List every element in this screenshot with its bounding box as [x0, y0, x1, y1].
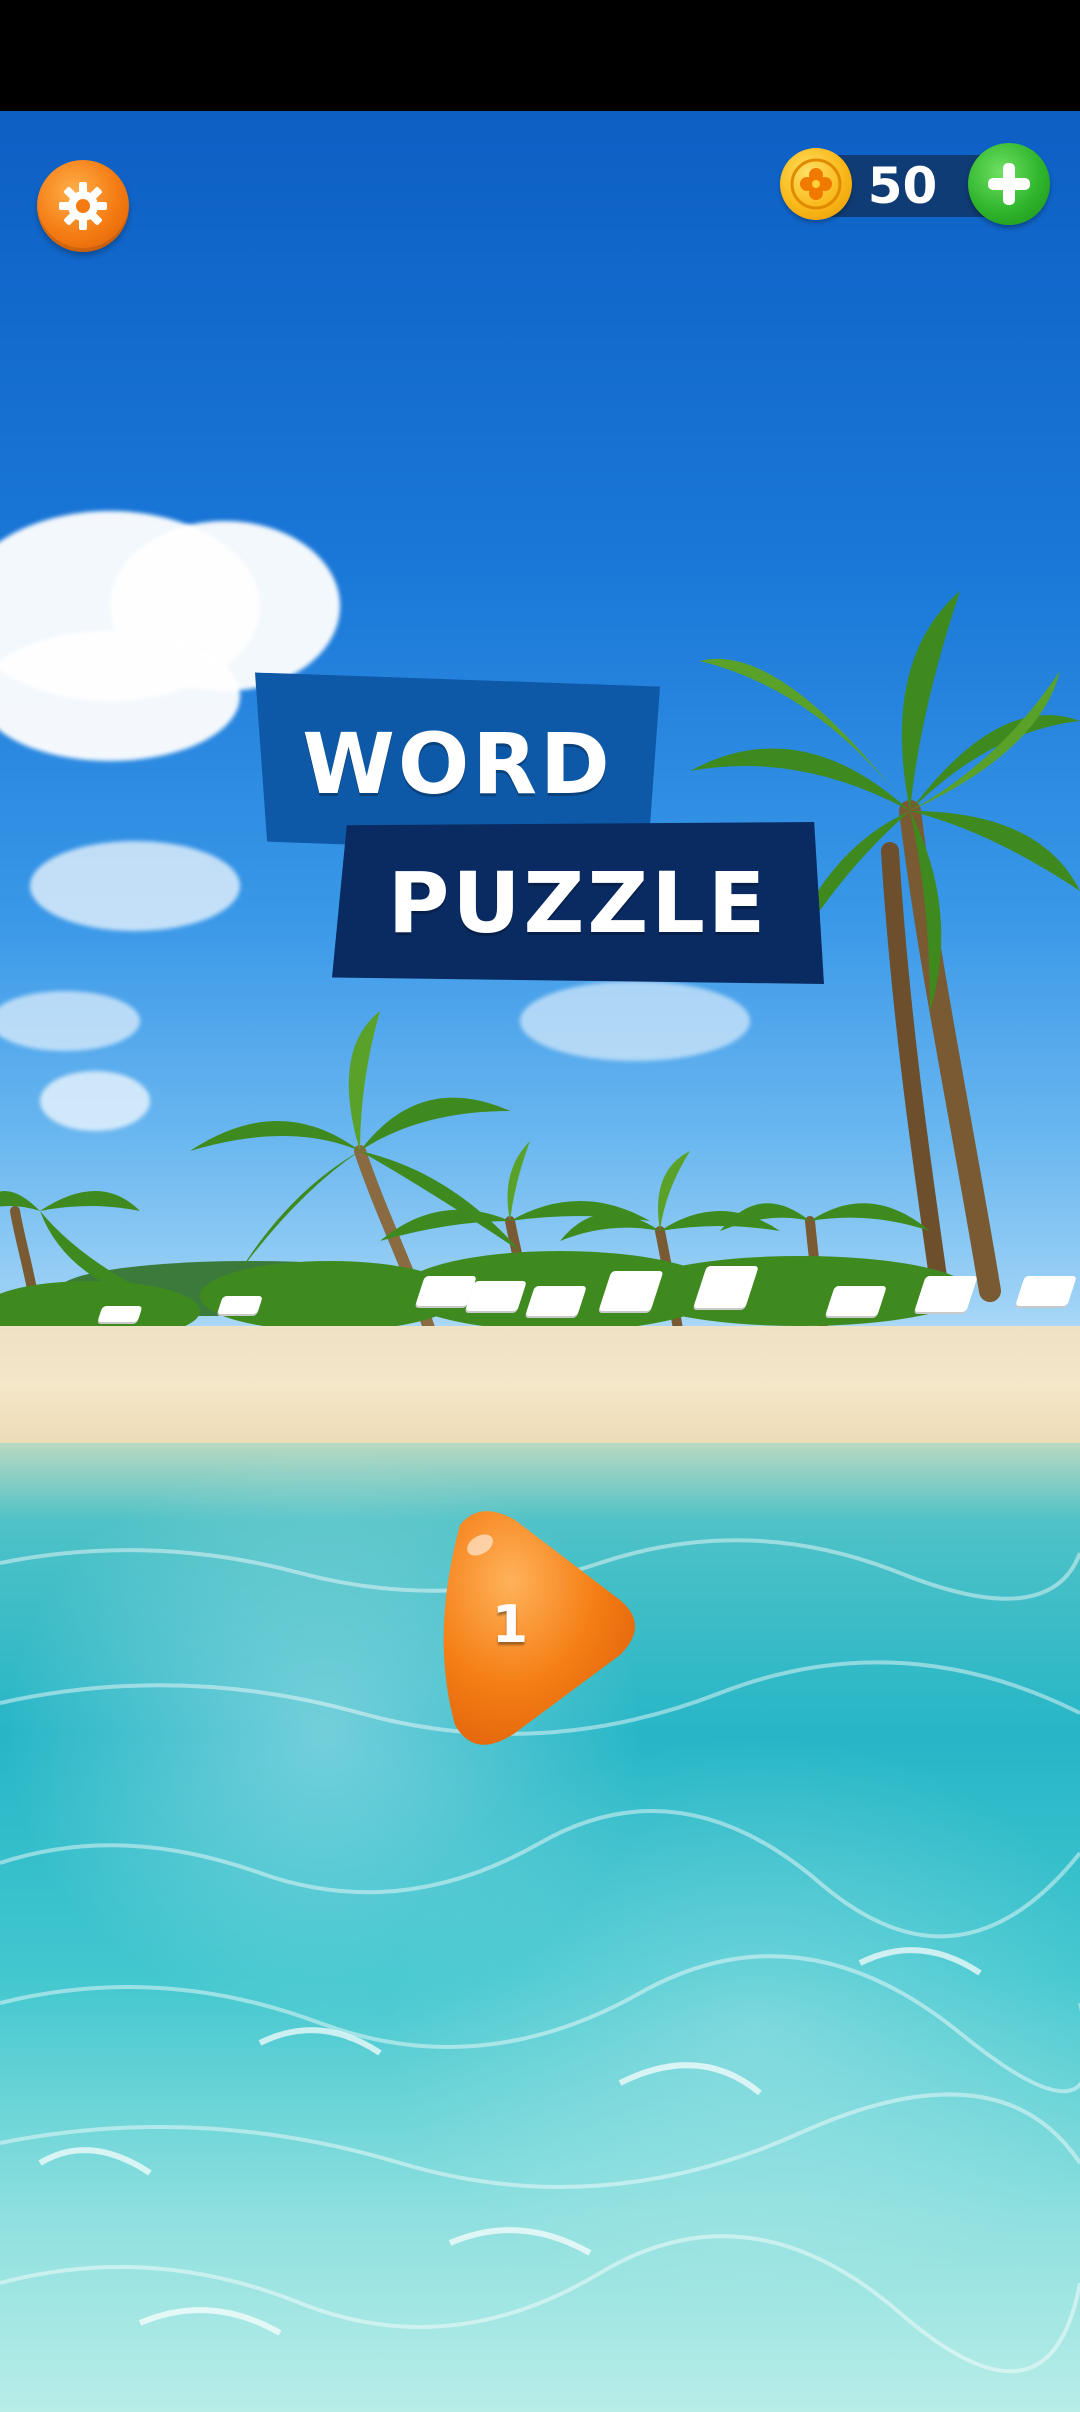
beach-chair — [217, 1296, 263, 1314]
beach-chair — [1015, 1276, 1077, 1306]
beach-background — [0, 111, 1080, 2412]
beach-chair — [465, 1281, 527, 1311]
level-number: 1 — [491, 1595, 529, 1655]
beach-chair — [825, 1286, 887, 1316]
game-screen: 50 WORD PUZZLE 1 — [0, 0, 1080, 2412]
title-puzzle: PUZZLE — [387, 854, 769, 952]
level-play-button[interactable]: 1 — [420, 1505, 650, 1750]
add-coins-button[interactable] — [968, 143, 1050, 225]
plus-icon — [988, 163, 1030, 205]
gear-icon — [59, 182, 107, 230]
coin-panel: 50 — [780, 143, 1050, 229]
coin-count: 50 — [867, 157, 938, 215]
clover-coin-icon — [780, 148, 852, 220]
beach-chair — [97, 1306, 143, 1322]
status-bar — [0, 0, 1080, 111]
settings-button[interactable] — [37, 160, 129, 252]
beach-chair — [525, 1286, 587, 1316]
